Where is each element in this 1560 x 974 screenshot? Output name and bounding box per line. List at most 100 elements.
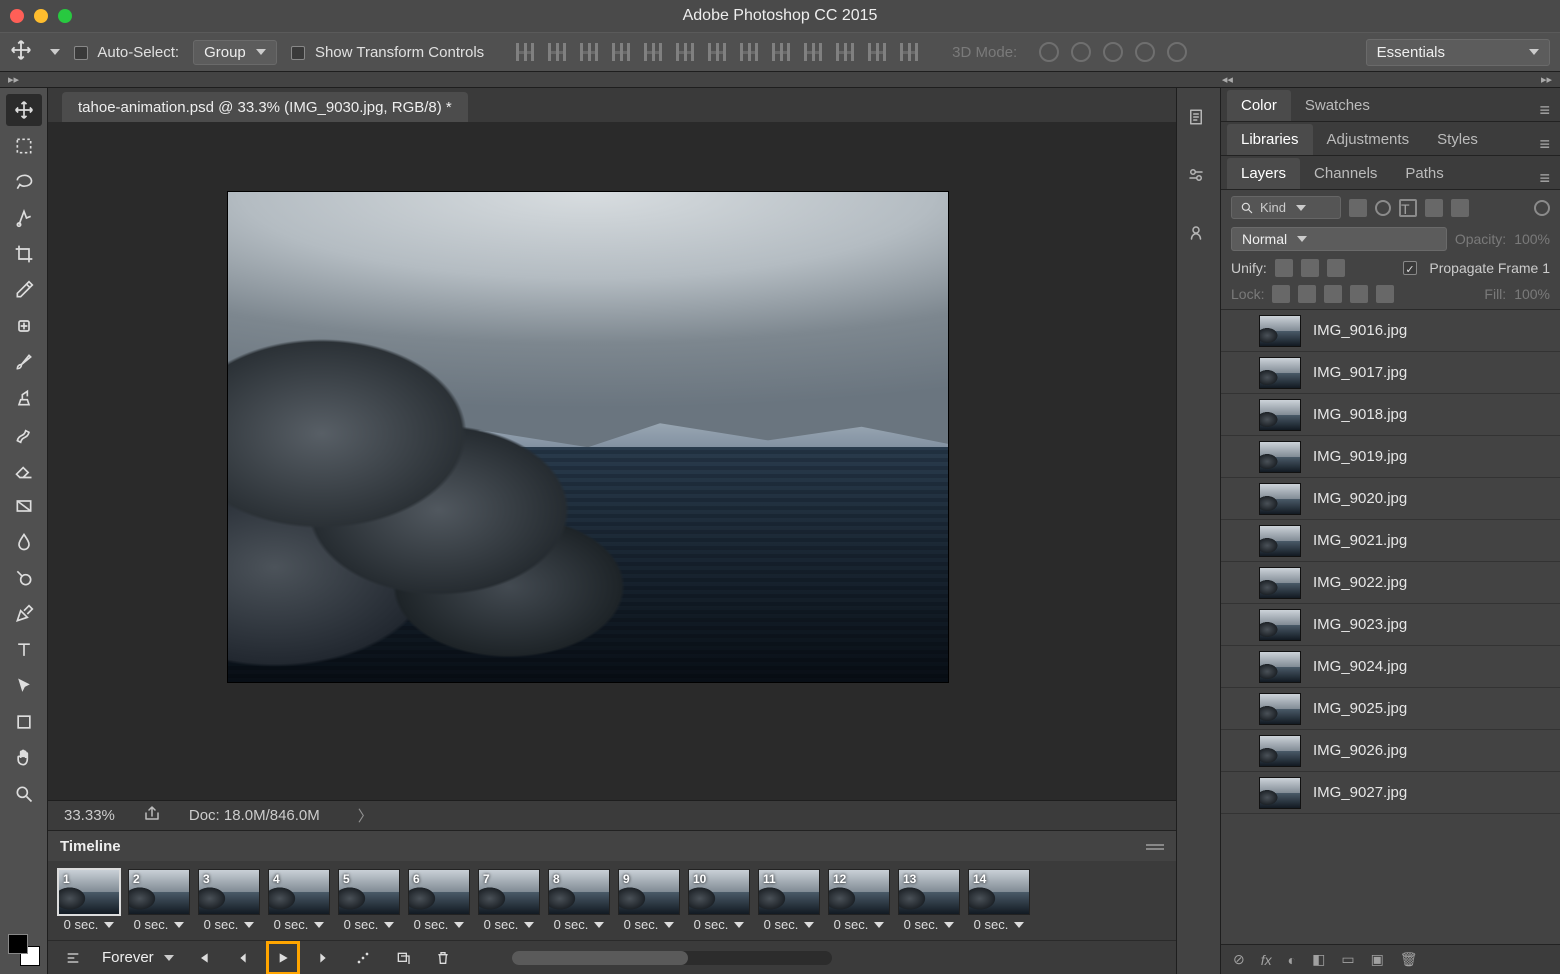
layer-visibility-toggle[interactable]: [1231, 491, 1247, 507]
unify-position-icon[interactable]: [1275, 259, 1293, 277]
foreground-background-swatch[interactable]: [8, 934, 40, 966]
layer-name[interactable]: IMG_9016.jpg: [1313, 322, 1407, 339]
distribute-hcenter-icon[interactable]: [836, 43, 854, 61]
layer-name[interactable]: IMG_9024.jpg: [1313, 658, 1407, 675]
layer-filter-kind-dropdown[interactable]: Kind: [1231, 196, 1341, 219]
layer-row[interactable]: IMG_9019.jpg: [1221, 436, 1560, 478]
move-tool[interactable]: [6, 94, 42, 126]
timeline-frame[interactable]: 140 sec.: [968, 869, 1030, 932]
new-layer-icon[interactable]: ▣: [1371, 951, 1384, 968]
timeline-frame[interactable]: 90 sec.: [618, 869, 680, 932]
layer-row[interactable]: IMG_9027.jpg: [1221, 772, 1560, 814]
minimize-window-button[interactable]: [34, 9, 48, 23]
healing-brush-tool[interactable]: [6, 310, 42, 342]
expand-left-icon[interactable]: ▸▸: [8, 73, 19, 86]
frame-delay-dropdown[interactable]: 0 sec.: [274, 917, 325, 932]
timeline-frame[interactable]: 100 sec.: [688, 869, 750, 932]
dodge-tool[interactable]: [6, 562, 42, 594]
hand-tool[interactable]: [6, 742, 42, 774]
layer-fx-icon[interactable]: fx: [1261, 952, 1272, 968]
layer-name[interactable]: IMG_9022.jpg: [1313, 574, 1407, 591]
lock-position-icon[interactable]: [1324, 285, 1342, 303]
layer-name[interactable]: IMG_9018.jpg: [1313, 406, 1407, 423]
quick-select-tool[interactable]: [6, 202, 42, 234]
layer-visibility-toggle[interactable]: [1231, 575, 1247, 591]
timeline-frame[interactable]: 20 sec.: [128, 869, 190, 932]
status-menu-chevron-icon[interactable]: 〉: [358, 805, 373, 826]
unify-visibility-icon[interactable]: [1301, 259, 1319, 277]
layer-row[interactable]: IMG_9026.jpg: [1221, 730, 1560, 772]
layer-visibility-toggle[interactable]: [1231, 407, 1247, 423]
shape-tool[interactable]: [6, 706, 42, 738]
lock-all-icon[interactable]: [1376, 285, 1394, 303]
type-tool[interactable]: [6, 634, 42, 666]
new-fill-layer-icon[interactable]: ◧: [1312, 951, 1325, 968]
frame-delay-dropdown[interactable]: 0 sec.: [834, 917, 885, 932]
delete-layer-icon[interactable]: 🗑: [1400, 951, 1418, 968]
unify-style-icon[interactable]: [1327, 259, 1345, 277]
layer-name[interactable]: IMG_9026.jpg: [1313, 742, 1407, 759]
first-frame-button[interactable]: [192, 947, 214, 969]
layer-name[interactable]: IMG_9017.jpg: [1313, 364, 1407, 381]
filter-adjustment-icon[interactable]: [1375, 200, 1391, 216]
tab-styles[interactable]: Styles: [1423, 124, 1492, 155]
layer-visibility-toggle[interactable]: [1231, 323, 1247, 339]
layer-mask-icon[interactable]: ◐: [1288, 952, 1296, 968]
tab-libraries[interactable]: Libraries: [1227, 124, 1313, 155]
expand-right-icon[interactable]: ▸▸: [1541, 73, 1552, 86]
threed-slide-icon[interactable]: [1135, 42, 1155, 62]
align-right-edges-icon[interactable]: [676, 43, 694, 61]
blend-mode-dropdown[interactable]: Normal: [1231, 227, 1447, 251]
timeline-frame[interactable]: 70 sec.: [478, 869, 540, 932]
tab-swatches[interactable]: Swatches: [1291, 90, 1384, 121]
layer-row[interactable]: IMG_9021.jpg: [1221, 520, 1560, 562]
frame-delay-dropdown[interactable]: 0 sec.: [414, 917, 465, 932]
fill-value[interactable]: 100%: [1514, 286, 1550, 302]
foreground-color-swatch[interactable]: [8, 934, 28, 954]
lock-transparency-icon[interactable]: [1272, 285, 1290, 303]
panel-menu-icon[interactable]: ≡: [1539, 100, 1552, 121]
frame-delay-dropdown[interactable]: 0 sec.: [484, 917, 535, 932]
layer-row[interactable]: IMG_9022.jpg: [1221, 562, 1560, 604]
tab-color[interactable]: Color: [1227, 90, 1291, 121]
lasso-tool[interactable]: [6, 166, 42, 198]
layer-row[interactable]: IMG_9017.jpg: [1221, 352, 1560, 394]
layer-visibility-toggle[interactable]: [1231, 743, 1247, 759]
delete-frame-button[interactable]: [432, 947, 454, 969]
align-left-edges-icon[interactable]: [612, 43, 630, 61]
show-transform-option[interactable]: Show Transform Controls: [291, 44, 484, 61]
layer-visibility-toggle[interactable]: [1231, 449, 1247, 465]
tween-button[interactable]: [352, 947, 374, 969]
play-button[interactable]: [272, 947, 294, 969]
timeline-frame[interactable]: 50 sec.: [338, 869, 400, 932]
history-brush-tool[interactable]: [6, 418, 42, 450]
new-group-icon[interactable]: ▭: [1341, 951, 1354, 968]
panel-menu-icon[interactable]: ≡: [1539, 134, 1552, 155]
align-bottom-edges-icon[interactable]: [580, 43, 598, 61]
pen-tool[interactable]: [6, 598, 42, 630]
next-frame-button[interactable]: [312, 947, 334, 969]
lock-pixels-icon[interactable]: [1298, 285, 1316, 303]
crop-tool[interactable]: [6, 238, 42, 270]
frame-delay-dropdown[interactable]: 0 sec.: [554, 917, 605, 932]
timeline-frame[interactable]: 130 sec.: [898, 869, 960, 932]
workspace-dropdown[interactable]: Essentials: [1366, 39, 1550, 66]
frame-delay-dropdown[interactable]: 0 sec.: [204, 917, 255, 932]
layer-visibility-toggle[interactable]: [1231, 785, 1247, 801]
tab-channels[interactable]: Channels: [1300, 158, 1391, 189]
zoom-level[interactable]: 33.33%: [64, 807, 115, 824]
clone-stamp-tool[interactable]: [6, 382, 42, 414]
history-panel-icon[interactable]: [1187, 108, 1211, 132]
threed-roll-icon[interactable]: [1071, 42, 1091, 62]
layer-name[interactable]: IMG_9019.jpg: [1313, 448, 1407, 465]
gradient-tool[interactable]: [6, 490, 42, 522]
layer-name[interactable]: IMG_9027.jpg: [1313, 784, 1407, 801]
filter-toggle-icon[interactable]: [1534, 200, 1550, 216]
prev-frame-button[interactable]: [232, 947, 254, 969]
auto-select-mode-dropdown[interactable]: Group: [193, 40, 277, 65]
frame-delay-dropdown[interactable]: 0 sec.: [344, 917, 395, 932]
layer-list[interactable]: IMG_9016.jpg IMG_9017.jpg IMG_9018.jpg IMG_…: [1221, 310, 1560, 944]
panel-menu-icon[interactable]: ≡: [1539, 168, 1552, 189]
timeline-frame[interactable]: 10 sec.: [58, 869, 120, 932]
character-panel-icon[interactable]: [1187, 224, 1211, 248]
